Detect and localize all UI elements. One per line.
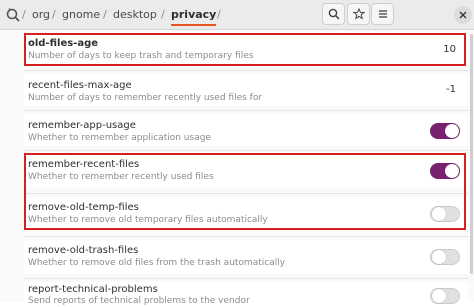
setting-description: Whether to remove old temporary files au… bbox=[28, 215, 268, 225]
setting-key: remember-recent-files bbox=[28, 159, 140, 170]
setting-row-report-technical-problems[interactable]: report-technical-problems Send reports o… bbox=[24, 282, 468, 306]
setting-description: Number of days to keep trash and tempora… bbox=[28, 51, 254, 61]
scrollbar[interactable] bbox=[470, 34, 473, 274]
setting-key: remove-old-trash-files bbox=[28, 245, 139, 256]
setting-row-recent-files-max-age[interactable]: recent-files-max-age Number of days to r… bbox=[24, 74, 468, 106]
setting-key: remember-app-usage bbox=[28, 120, 136, 131]
close-button[interactable] bbox=[454, 6, 472, 24]
toggle-switch-off[interactable] bbox=[430, 206, 460, 222]
setting-row-remove-old-trash-files[interactable]: remove-old-trash-files Whether to remove… bbox=[24, 240, 468, 274]
path-separator: / bbox=[161, 8, 165, 21]
close-icon bbox=[459, 11, 467, 19]
path-segment-org[interactable]: org bbox=[32, 7, 50, 23]
toggle-switch-off[interactable] bbox=[430, 249, 460, 265]
path-separator: / bbox=[22, 8, 26, 21]
hamburger-menu-icon bbox=[378, 10, 387, 18]
setting-row-remember-app-usage[interactable]: remember-app-usage Whether to remember a… bbox=[24, 114, 468, 146]
setting-key: recent-files-max-age bbox=[28, 80, 132, 91]
header-bar: / org / gnome / desktop / privacy / bbox=[0, 0, 474, 30]
setting-key: report-technical-problems bbox=[28, 284, 158, 295]
setting-row-remember-recent-files[interactable]: remember-recent-files Whether to remembe… bbox=[24, 154, 468, 188]
setting-key: remove-old-temp-files bbox=[28, 202, 139, 213]
search-icon bbox=[328, 8, 340, 20]
path-segment-privacy[interactable]: privacy bbox=[171, 7, 217, 26]
setting-row-remove-old-temp-files[interactable]: remove-old-temp-files Whether to remove … bbox=[24, 197, 468, 231]
path-separator: / bbox=[52, 8, 56, 21]
star-icon bbox=[352, 8, 365, 20]
setting-description: Number of days to remember recently used… bbox=[28, 93, 263, 103]
setting-key: old-files-age bbox=[28, 38, 99, 49]
setting-value[interactable]: 10 bbox=[443, 44, 456, 56]
dconf-root-icon[interactable] bbox=[5, 7, 21, 23]
setting-description: Whether to remember application usage bbox=[28, 133, 211, 143]
settings-list: old-files-age Number of days to keep tra… bbox=[0, 30, 474, 306]
setting-value[interactable]: -1 bbox=[446, 84, 456, 96]
path-segment-gnome[interactable]: gnome bbox=[62, 7, 100, 23]
toggle-switch-on[interactable] bbox=[430, 163, 460, 179]
bookmark-button[interactable] bbox=[347, 3, 370, 25]
search-button[interactable] bbox=[322, 3, 345, 25]
menu-button[interactable] bbox=[371, 3, 394, 25]
setting-row-old-files-age[interactable]: old-files-age Number of days to keep tra… bbox=[24, 34, 468, 66]
setting-description: Whether to remove old files from the tra… bbox=[28, 258, 286, 268]
path-separator: / bbox=[103, 8, 107, 21]
toggle-switch-on[interactable] bbox=[430, 123, 460, 139]
setting-description: Whether to remember recently used files bbox=[28, 172, 214, 182]
path-segment-desktop[interactable]: desktop bbox=[113, 7, 157, 23]
path-separator: / bbox=[217, 8, 221, 21]
